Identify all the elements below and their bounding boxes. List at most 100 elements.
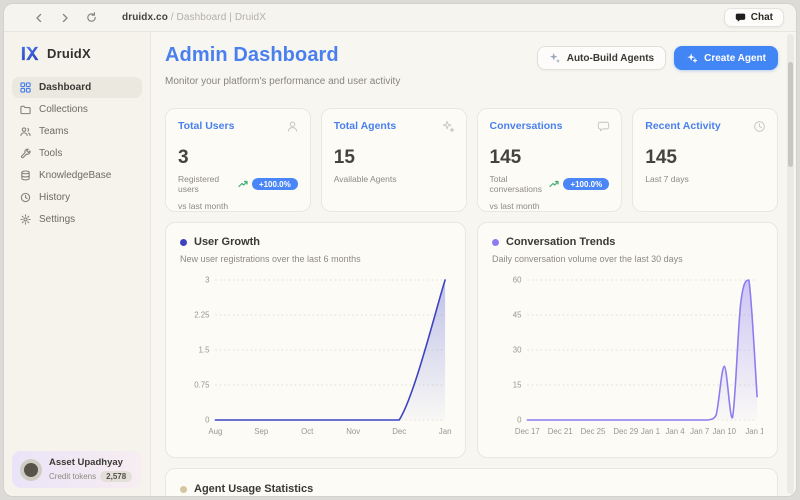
sidebar-item-history[interactable]: History xyxy=(12,187,142,208)
svg-text:Jan 1: Jan 1 xyxy=(641,427,661,436)
sidebar-item-knowledgebase[interactable]: KnowledgeBase xyxy=(12,165,142,186)
charts-row: User Growth New user registrations over … xyxy=(165,222,778,458)
user-name: Asset Upadhyay xyxy=(49,457,132,469)
user-growth-card: User Growth New user registrations over … xyxy=(165,222,466,458)
trend-up-icon xyxy=(238,179,248,189)
svg-text:Oct: Oct xyxy=(301,427,314,436)
user-growth-title: User Growth xyxy=(194,236,260,248)
collections-icon xyxy=(20,104,31,115)
stat-footnote: vs last month xyxy=(178,201,298,211)
stat-title: Total Users xyxy=(178,120,298,132)
sidebar-item-label: Dashboard xyxy=(39,82,91,93)
sidebar: DruidX Dashboard Collections Teams Too xyxy=(4,32,151,496)
stat-title: Recent Activity xyxy=(645,120,765,132)
stat-card-recent-activity: Recent Activity 145 Last 7 days xyxy=(632,108,778,212)
forward-icon[interactable] xyxy=(52,13,78,23)
svg-text:Jan 4: Jan 4 xyxy=(665,427,685,436)
sparkles-icon xyxy=(549,52,561,64)
agent-usage-card: Agent Usage Statistics xyxy=(165,468,778,496)
svg-text:Sep: Sep xyxy=(254,427,269,436)
brand[interactable]: DruidX xyxy=(12,42,142,77)
sidebar-item-tools[interactable]: Tools xyxy=(12,143,142,164)
stat-badge: +100.0% xyxy=(252,178,298,190)
svg-text:0: 0 xyxy=(205,415,210,424)
stat-card-conversations: Conversations 145 Total conversations +1… xyxy=(477,108,623,212)
svg-text:Aug: Aug xyxy=(208,427,222,436)
create-agent-button[interactable]: Create Agent xyxy=(674,46,778,70)
svg-text:2.25: 2.25 xyxy=(194,310,210,319)
stat-footnote: vs last month xyxy=(490,201,610,211)
stat-value: 15 xyxy=(334,147,454,169)
svg-text:3: 3 xyxy=(205,275,210,284)
sidebar-item-collections[interactable]: Collections xyxy=(12,99,142,120)
sidebar-item-label: Collections xyxy=(39,104,88,115)
chat-button[interactable]: Chat xyxy=(724,8,784,27)
svg-text:15: 15 xyxy=(513,380,522,389)
tools-icon xyxy=(20,148,31,159)
stat-sub: Total conversations xyxy=(490,174,546,194)
svg-text:Dec 17: Dec 17 xyxy=(515,427,540,436)
sidebar-menu: Dashboard Collections Teams Tools Knowle… xyxy=(12,77,142,230)
svg-text:0: 0 xyxy=(517,415,522,424)
sidebar-item-dashboard[interactable]: Dashboard xyxy=(12,77,142,98)
svg-text:30: 30 xyxy=(513,345,522,354)
druidx-logo-icon xyxy=(20,44,39,63)
svg-text:Dec 21: Dec 21 xyxy=(548,427,573,436)
trend-up-icon xyxy=(549,179,559,189)
svg-text:1.5: 1.5 xyxy=(199,345,210,354)
settings-icon xyxy=(20,214,31,225)
breadcrumb-path: / Dashboard | DruidX xyxy=(168,12,266,23)
refresh-icon[interactable] xyxy=(78,12,104,23)
sparkles-icon xyxy=(442,120,455,133)
svg-text:Dec 29: Dec 29 xyxy=(613,427,638,436)
credit-tokens-label: Credit tokens xyxy=(49,472,96,481)
breadcrumb-domain: druidx.co xyxy=(122,12,168,23)
svg-text:Dec: Dec xyxy=(392,427,406,436)
svg-text:Nov: Nov xyxy=(346,427,360,436)
svg-text:Jan 10: Jan 10 xyxy=(713,427,737,436)
auto-build-agents-button[interactable]: Auto-Build Agents xyxy=(537,46,666,70)
users-icon xyxy=(286,120,299,133)
stat-card-total-agents: Total Agents 15 Available Agents xyxy=(321,108,467,212)
svg-text:Jan 7: Jan 7 xyxy=(690,427,709,436)
stat-value: 145 xyxy=(645,147,765,169)
stat-title: Total Agents xyxy=(334,120,454,132)
browser-topbar: druidx.co / Dashboard | DruidX Chat xyxy=(4,4,796,32)
stat-title: Conversations xyxy=(490,120,610,132)
user-growth-subtitle: New user registrations over the last 6 m… xyxy=(180,254,451,264)
conversation-trends-subtitle: Daily conversation volume over the last … xyxy=(492,254,763,264)
stats-row: Total Users 3 Registered users +100.0% v… xyxy=(165,108,778,212)
sidebar-item-label: KnowledgeBase xyxy=(39,170,111,181)
conversation-trends-dot xyxy=(492,239,499,246)
user-card[interactable]: Asset Upadhyay Credit tokens 2,578 xyxy=(12,451,142,488)
back-icon[interactable] xyxy=(26,13,52,23)
sidebar-item-label: Tools xyxy=(39,148,62,159)
svg-text:0.75: 0.75 xyxy=(194,380,210,389)
stat-card-total-users: Total Users 3 Registered users +100.0% v… xyxy=(165,108,311,212)
svg-text:Dec 25: Dec 25 xyxy=(581,427,606,436)
sidebar-item-label: Teams xyxy=(39,126,68,137)
avatar xyxy=(20,459,42,481)
sidebar-item-label: History xyxy=(39,192,70,203)
brand-name: DruidX xyxy=(47,46,91,61)
chat-button-label: Chat xyxy=(751,12,773,23)
credit-tokens-value: 2,578 xyxy=(100,471,132,482)
page-title: Admin Dashboard xyxy=(165,44,400,67)
user-growth-chart: 0 0.75 1.5 2.25 3 Aug Sep Oct Nov Dec Jan xyxy=(180,270,451,442)
sparkle-plus-icon xyxy=(686,52,698,64)
page-subtitle: Monitor your platform's performance and … xyxy=(165,76,400,87)
svg-text:60: 60 xyxy=(513,275,522,284)
app-window: druidx.co / Dashboard | DruidX Chat Drui… xyxy=(3,3,797,497)
stat-sub: Available Agents xyxy=(334,174,454,184)
scrollbar-thumb[interactable] xyxy=(788,62,793,167)
svg-text:Jan: Jan xyxy=(439,427,451,436)
breadcrumb: druidx.co / Dashboard | DruidX xyxy=(122,12,266,23)
clock-icon xyxy=(753,120,766,133)
stat-badge: +100.0% xyxy=(563,178,609,190)
sidebar-item-teams[interactable]: Teams xyxy=(12,121,142,142)
sidebar-item-settings[interactable]: Settings xyxy=(12,209,142,230)
knowledgebase-icon xyxy=(20,170,31,181)
scrollbar-track[interactable] xyxy=(787,34,794,494)
dashboard-icon xyxy=(20,82,31,93)
stat-sub: Last 7 days xyxy=(645,174,765,184)
